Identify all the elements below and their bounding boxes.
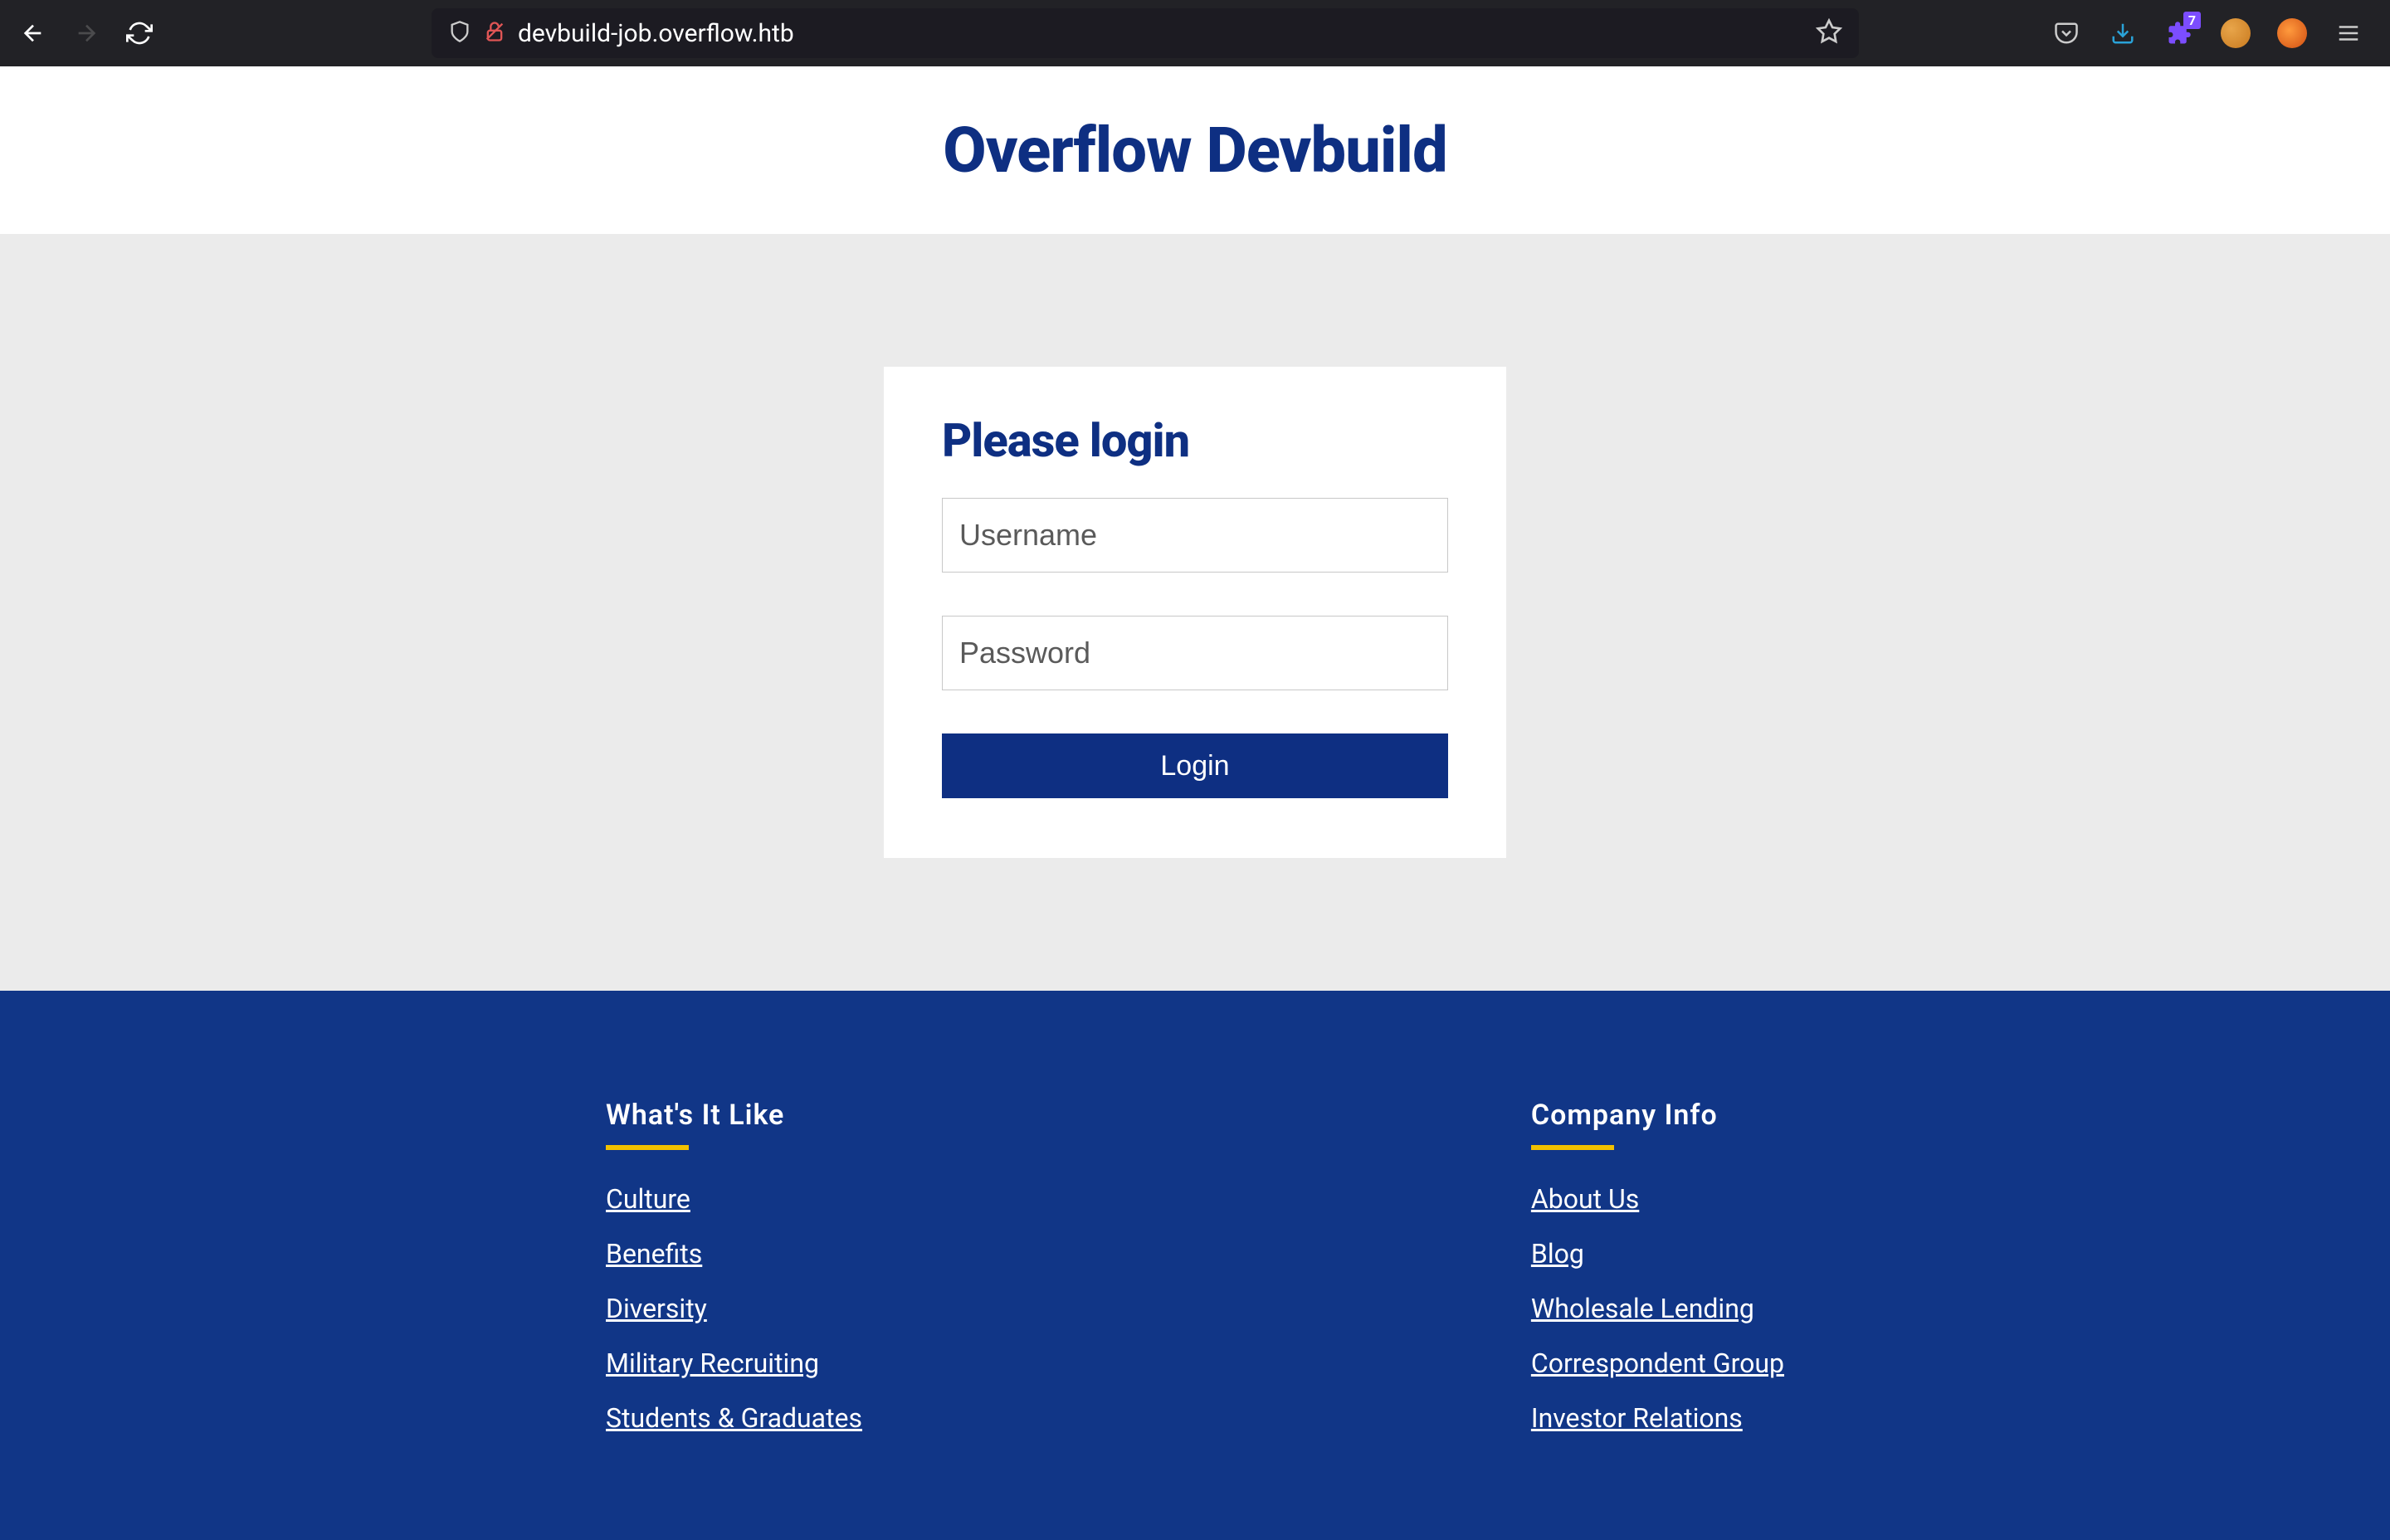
login-card: Please login Login: [884, 367, 1506, 858]
password-input[interactable]: [942, 616, 1448, 690]
browser-chrome: devbuild-job.overflow.htb 7: [0, 0, 2390, 66]
page-header: Overflow Devbuild: [0, 66, 2390, 234]
footer-link[interactable]: Benefits: [606, 1238, 862, 1270]
url-bar[interactable]: devbuild-job.overflow.htb: [432, 8, 1859, 58]
extension-badge: 7: [2183, 12, 2201, 29]
footer-link[interactable]: Blog: [1531, 1238, 1784, 1270]
url-security-icons: [448, 20, 506, 46]
pocket-icon[interactable]: [2050, 17, 2083, 50]
footer: What's It Like Culture Benefits Diversit…: [0, 991, 2390, 1540]
footer-col-company-info: Company Info About Us Blog Wholesale Len…: [1531, 1099, 1784, 1457]
footer-link[interactable]: Culture: [606, 1183, 862, 1215]
username-input[interactable]: [942, 498, 1448, 573]
login-button[interactable]: Login: [942, 733, 1448, 798]
extension-puzzle-icon[interactable]: 7: [2163, 17, 2196, 50]
footer-link[interactable]: Investor Relations: [1531, 1402, 1784, 1434]
main-area: Please login Login: [0, 234, 2390, 991]
extension-foxy-icon[interactable]: [2275, 17, 2309, 50]
login-heading: Please login: [942, 413, 1448, 468]
url-text[interactable]: devbuild-job.overflow.htb: [518, 19, 1804, 48]
footer-underline: [606, 1145, 689, 1150]
footer-col-whats-it-like: What's It Like Culture Benefits Diversit…: [606, 1099, 862, 1457]
footer-heading: What's It Like: [606, 1099, 862, 1132]
lock-insecure-icon[interactable]: [483, 20, 506, 46]
page-title: Overflow Devbuild: [0, 113, 2390, 188]
download-icon[interactable]: [2106, 17, 2139, 50]
forward-button[interactable]: [70, 17, 103, 50]
footer-link[interactable]: Wholesale Lending: [1531, 1293, 1784, 1324]
hamburger-menu-icon[interactable]: [2332, 17, 2365, 50]
reload-button[interactable]: [123, 17, 156, 50]
footer-link[interactable]: Diversity: [606, 1293, 862, 1324]
footer-link[interactable]: Correspondent Group: [1531, 1348, 1784, 1379]
back-button[interactable]: [17, 17, 50, 50]
extension-cookie-icon[interactable]: [2219, 17, 2252, 50]
toolbar-right: 7: [2050, 17, 2373, 50]
footer-underline: [1531, 1145, 1614, 1150]
footer-link[interactable]: Students & Graduates: [606, 1402, 862, 1434]
shield-icon[interactable]: [448, 20, 471, 46]
nav-buttons: [17, 17, 156, 50]
footer-link[interactable]: Military Recruiting: [606, 1348, 862, 1379]
footer-heading: Company Info: [1531, 1099, 1784, 1132]
bookmark-star-icon[interactable]: [1816, 18, 1842, 48]
footer-link[interactable]: About Us: [1531, 1183, 1784, 1215]
